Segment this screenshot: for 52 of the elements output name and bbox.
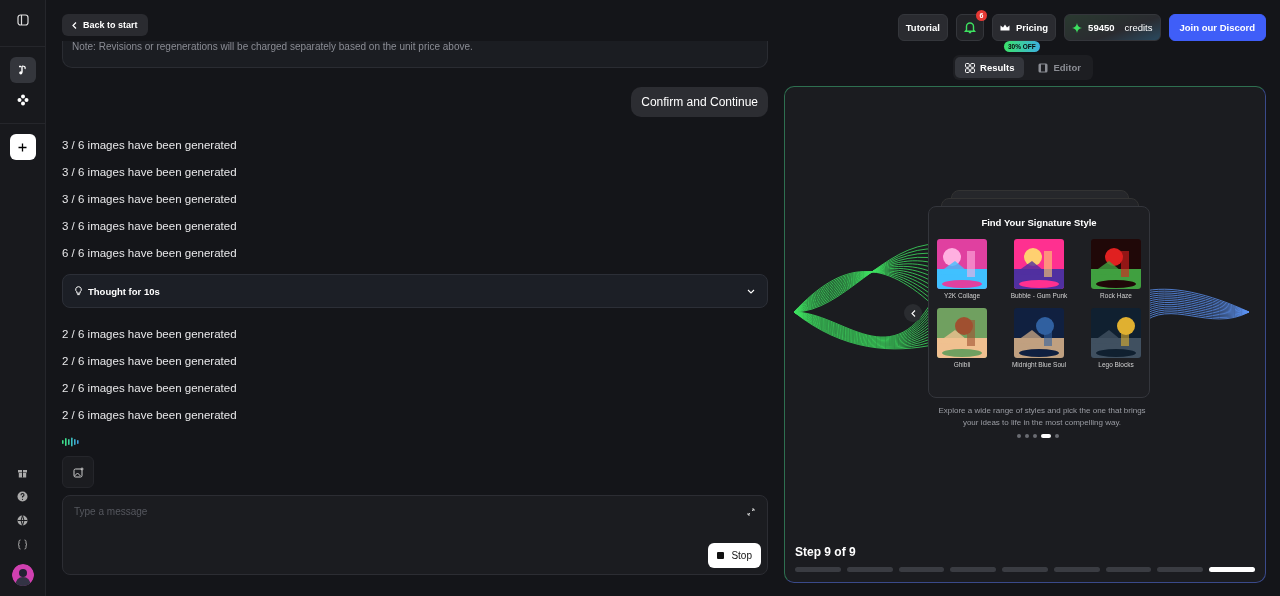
status-message: 3 / 6 images have been generated xyxy=(62,219,238,234)
pricing-button[interactable]: Pricing xyxy=(991,14,1057,41)
sparkle-icon xyxy=(1072,22,1083,33)
view-tab[interactable]: Editor xyxy=(1028,57,1091,78)
braces-icon[interactable] xyxy=(17,539,28,550)
bell-icon xyxy=(963,21,976,34)
previous-button[interactable] xyxy=(904,304,922,322)
nodes-icon xyxy=(16,94,29,106)
status-message: 6 / 6 images have been generated xyxy=(62,246,238,261)
sidebar-item[interactable] xyxy=(9,57,36,83)
card-description: Explore a wide range of styles and pick the one that brings your ideas to life in the most compelling way. xyxy=(937,405,1147,429)
thought-toggle[interactable]: Thought for 10s xyxy=(62,274,768,308)
carousel-dot[interactable] xyxy=(1017,434,1021,438)
carousel-dot[interactable] xyxy=(1055,434,1059,438)
step-label: Step 9 of 9 xyxy=(795,545,857,559)
credits-button[interactable]: 59450 credits xyxy=(1064,14,1161,41)
add-image-button[interactable] xyxy=(62,456,94,488)
crown-icon xyxy=(999,23,1010,32)
user-message: Confirm and Continue xyxy=(631,87,768,117)
note-text: Note: Revisions or regenerations will be charged separately based on the unit price above. xyxy=(72,41,473,52)
stop-button[interactable]: Stop xyxy=(708,543,761,568)
back-button[interactable]: Back to start xyxy=(62,14,148,36)
card-title: Find Your Signature Style xyxy=(980,217,1098,228)
chevron-down-icon xyxy=(747,288,755,294)
tutorial-button[interactable]: Tutorial xyxy=(897,14,948,41)
status-message: 3 / 6 images have been generated xyxy=(62,165,238,180)
gift-icon[interactable] xyxy=(17,467,28,478)
chevron-left-icon xyxy=(72,21,77,29)
globe-icon[interactable] xyxy=(17,515,28,526)
new-project-button[interactable] xyxy=(9,134,36,160)
plus-icon xyxy=(18,142,27,152)
music-note-icon xyxy=(16,64,29,76)
help-icon[interactable] xyxy=(17,491,28,502)
status-message: 2 / 6 images have been generated xyxy=(62,408,238,423)
audio-wave-icon xyxy=(62,437,82,447)
image-plus-icon xyxy=(72,466,84,478)
expand-icon[interactable] xyxy=(747,508,755,516)
carousel-dot[interactable] xyxy=(1033,434,1037,438)
grid-icon xyxy=(965,62,976,73)
status-message: 3 / 6 images have been generated xyxy=(62,138,238,153)
view-tab[interactable]: Results xyxy=(955,57,1025,78)
status-message: 3 / 6 images have been generated xyxy=(62,192,238,207)
avatar[interactable] xyxy=(11,564,34,586)
sidebar-toggle-icon[interactable] xyxy=(16,14,29,26)
film-icon xyxy=(1038,62,1049,73)
discord-button[interactable]: Join our Discord xyxy=(1168,14,1266,41)
lightbulb-icon xyxy=(75,286,82,296)
chevron-left-icon xyxy=(910,309,916,317)
status-message: 2 / 6 images have been generated xyxy=(62,354,238,369)
status-message: 2 / 6 images have been generated xyxy=(62,327,238,342)
carousel-dot[interactable] xyxy=(1025,434,1029,438)
status-message: 2 / 6 images have been generated xyxy=(62,381,238,396)
